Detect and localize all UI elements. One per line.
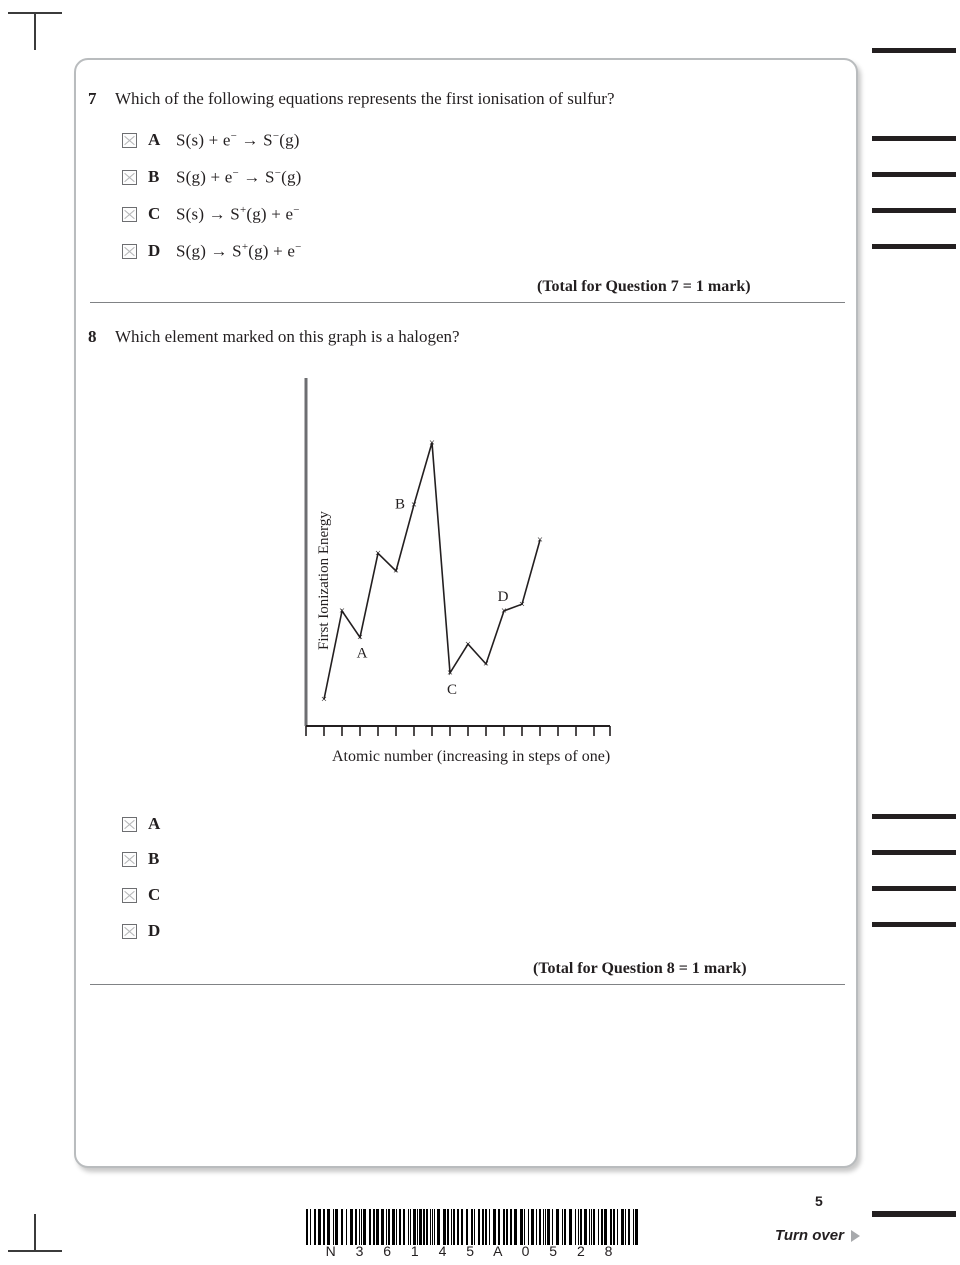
barcode (306, 1209, 638, 1245)
q8-option-b-letter: B (148, 849, 160, 868)
q8-option-c[interactable]: C (122, 885, 162, 905)
svg-text:×: × (429, 437, 435, 449)
question-8-total: (Total for Question 8 = 1 mark) (533, 960, 747, 977)
q8-option-a[interactable]: A (122, 814, 162, 834)
crop-mark-top-left-vertical (34, 12, 36, 50)
question-8-separator (90, 984, 845, 985)
q7-option-a-equation: S(s) + e− → S−(g) (176, 130, 300, 150)
q7-option-d[interactable]: D S(g) → S+(g) + e− (122, 241, 302, 262)
q7-option-d-equation: S(g) → S+(g) + e− (176, 241, 302, 261)
svg-text:×: × (411, 499, 417, 511)
margin-rule (872, 922, 956, 927)
svg-text:×: × (375, 547, 381, 559)
svg-text:A: A (357, 645, 368, 661)
svg-text:×: × (537, 534, 543, 546)
q7-option-a-letter: A (148, 130, 161, 150)
crop-mark-bottom-left-vertical (34, 1214, 36, 1252)
q8-option-c-letter: C (148, 885, 161, 904)
svg-text:D: D (498, 589, 509, 605)
q8-option-d[interactable]: D (122, 921, 162, 941)
triangle-right-icon (850, 1229, 860, 1242)
svg-text:B: B (395, 497, 405, 513)
q7-option-d-letter: D (148, 241, 161, 261)
svg-text:×: × (483, 658, 489, 670)
barcode-number: N 3 6 1 4 5 A 0 5 2 8 (325, 1243, 621, 1259)
ionisation-energy-chart: × × × × × × × × × × × × × A B C D (304, 378, 611, 736)
margin-rule (872, 48, 956, 53)
q7-checkbox-b[interactable] (122, 169, 137, 185)
page-number: 5 (815, 1193, 823, 1209)
q7-checkbox-c[interactable] (122, 206, 137, 222)
margin-rule (872, 172, 956, 177)
q7-option-b-letter: B (148, 167, 160, 187)
margin-rule (872, 886, 956, 891)
q8-checkbox-b[interactable] (122, 851, 137, 867)
q8-option-b[interactable]: B (122, 849, 162, 869)
q8-option-a-letter: A (148, 814, 161, 833)
q7-option-b[interactable]: B S(g) + e− → S−(g) (122, 167, 302, 188)
question-7-total: (Total for Question 7 = 1 mark) (537, 278, 751, 295)
q7-option-a[interactable]: A S(s) + e− → S−(g) (122, 130, 300, 151)
margin-rule (872, 850, 956, 855)
chart-x-axis-label: Atomic number (increasing in steps of on… (332, 748, 611, 765)
turn-over-label: Turn over (775, 1227, 860, 1244)
svg-text:C: C (447, 682, 457, 698)
svg-text:×: × (465, 638, 471, 650)
q7-option-c[interactable]: C S(s) → S+(g) + e− (122, 204, 300, 225)
question-8-number: 8 (88, 327, 97, 346)
svg-text:×: × (447, 667, 453, 679)
chart-data-markers: × × × × × × × × × × × × × (321, 437, 543, 706)
q8-checkbox-d[interactable] (122, 923, 137, 939)
svg-text:×: × (321, 694, 327, 706)
question-7-separator (90, 302, 845, 303)
svg-text:×: × (393, 565, 399, 577)
q8-checkbox-c[interactable] (122, 887, 137, 903)
q8-option-d-letter: D (148, 921, 161, 940)
q8-checkbox-a[interactable] (122, 816, 137, 832)
question-7-stem: Which of the following equations represe… (115, 89, 615, 108)
q7-option-c-letter: C (148, 204, 161, 224)
margin-rule (872, 208, 956, 213)
svg-text:×: × (339, 605, 345, 617)
svg-text:×: × (519, 598, 525, 610)
q7-checkbox-d[interactable] (122, 243, 137, 259)
chart-x-ticks (305, 726, 611, 736)
q7-option-b-equation: S(g) + e− → S−(g) (176, 167, 302, 187)
footer-margin-rule (872, 1211, 956, 1217)
margin-rule (872, 814, 956, 819)
turn-over-text: Turn over (775, 1227, 844, 1244)
margin-rule (872, 136, 956, 141)
margin-rule (872, 244, 956, 249)
q7-checkbox-a[interactable] (122, 132, 137, 148)
question-7-number: 7 (88, 89, 97, 108)
q7-option-c-equation: S(s) → S+(g) + e− (176, 204, 300, 224)
question-8-stem: Which element marked on this graph is a … (115, 327, 460, 346)
svg-text:×: × (357, 632, 363, 644)
svg-text:×: × (501, 605, 507, 617)
